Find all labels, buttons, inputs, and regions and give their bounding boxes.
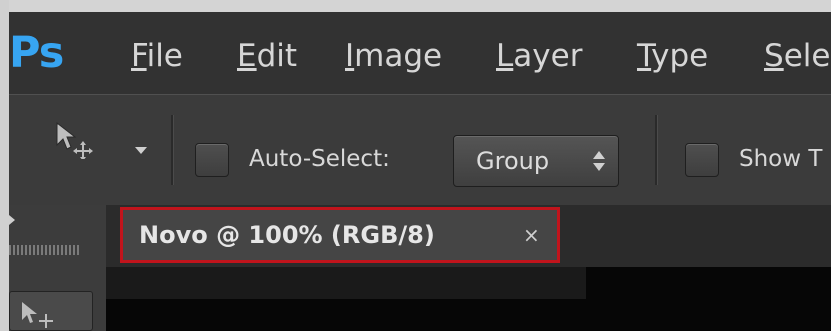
document-tab-strip: Novo @ 100% (RGB/8) × (106, 205, 831, 267)
canvas-shadow (106, 267, 586, 299)
auto-select-checkbox[interactable] (195, 143, 229, 177)
menu-edit[interactable]: Edit (237, 34, 297, 78)
window-frame-left (0, 0, 9, 331)
show-transform-label: Show T (739, 146, 823, 172)
menu-select[interactable]: Sele (764, 34, 830, 78)
window-frame-top (0, 0, 831, 12)
show-transform-checkbox[interactable] (685, 143, 719, 177)
close-icon[interactable]: × (523, 210, 540, 260)
auto-select-value: Group (476, 147, 550, 175)
photoshop-window: Ps File Edit Image Layer Type Sele Auto-… (9, 12, 831, 331)
document-tab-title: Novo @ 100% (RGB/8) (139, 221, 435, 249)
options-separator (655, 115, 658, 185)
menu-layer[interactable]: Layer (496, 34, 582, 78)
tool-preset-dropdown-icon[interactable] (135, 147, 147, 154)
panel-collapse-icon[interactable] (9, 215, 15, 225)
menu-type[interactable]: Type (637, 34, 708, 78)
auto-select-label: Auto-Select: (249, 146, 390, 172)
menu-image[interactable]: Image (345, 34, 442, 78)
photoshop-logo: Ps (9, 28, 64, 78)
spinner-arrows-icon (593, 151, 605, 171)
options-separator (171, 115, 174, 185)
move-tool-icon[interactable] (53, 119, 97, 159)
panel-grip[interactable] (9, 245, 81, 255)
auto-select-dropdown[interactable]: Group (453, 135, 619, 187)
tools-panel (9, 205, 106, 331)
document-area: Novo @ 100% (RGB/8) × (106, 205, 831, 331)
menu-file[interactable]: File (131, 34, 183, 78)
document-tab[interactable]: Novo @ 100% (RGB/8) × (120, 207, 560, 263)
tool-options-bar: Auto-Select: Group Show T (9, 94, 831, 206)
move-tool-icon (22, 302, 53, 328)
move-tool-button[interactable] (9, 291, 93, 331)
menu-bar: Ps File Edit Image Layer Type Sele (9, 12, 831, 94)
